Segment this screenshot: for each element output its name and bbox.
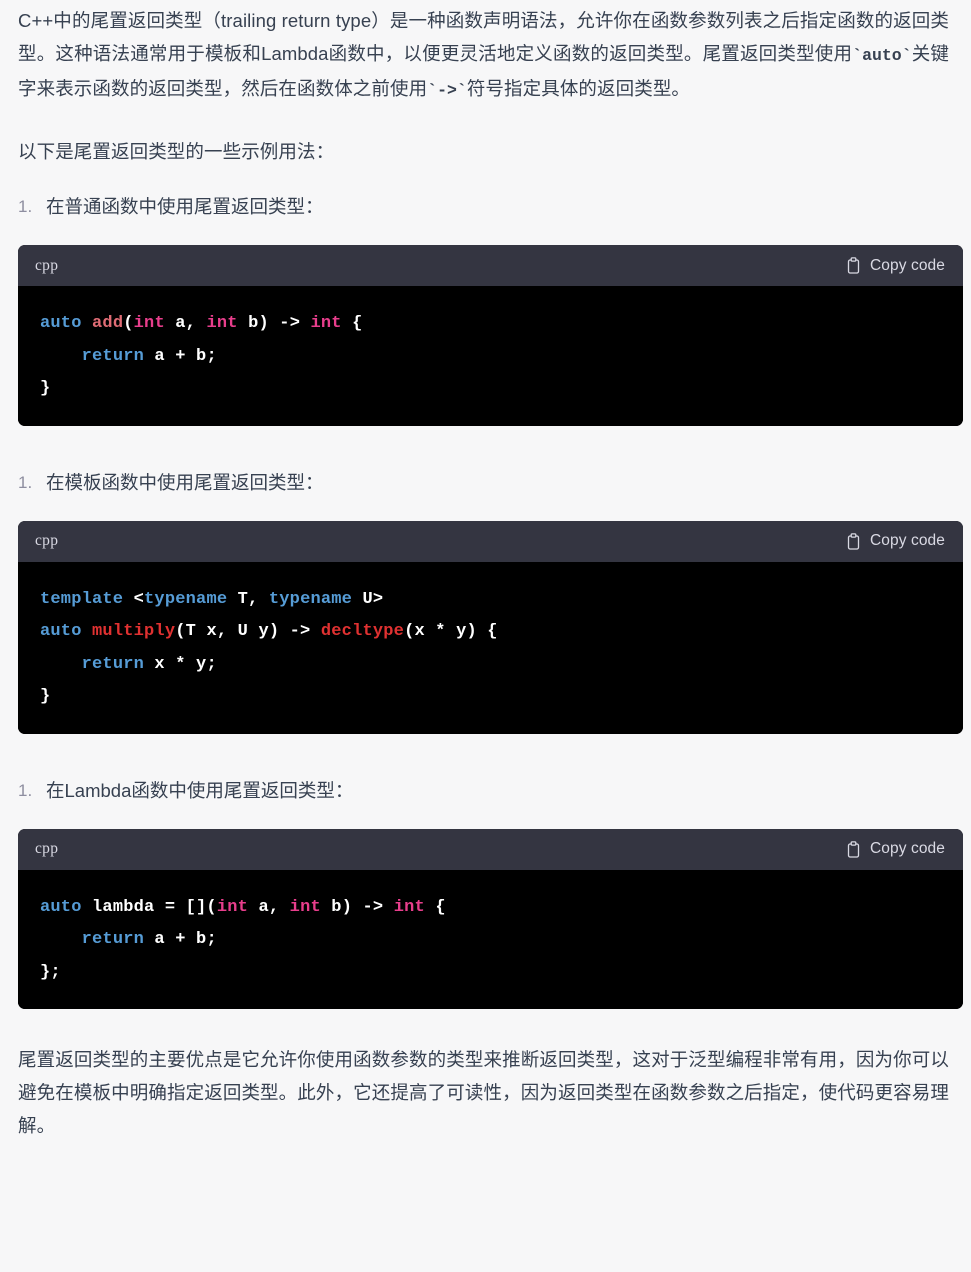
copy-code-button[interactable]: Copy code [844, 255, 947, 277]
intro-paragraph: C++中的尾置返回类型（trailing return type）是一种函数声明… [0, 0, 971, 107]
list-item: 在模板函数中使用尾置返回类型： [18, 466, 324, 499]
clipboard-icon [846, 257, 861, 274]
code-language-label: cpp [35, 256, 59, 274]
code-header: cpp Copy code [18, 245, 963, 286]
code-header: cpp Copy code [18, 828, 963, 870]
example-list-3: 在Lambda函数中使用尾置返回类型： [0, 774, 971, 807]
copy-code-label: Copy code [869, 840, 945, 857]
examples-lead-paragraph: 以下是尾置返回类型的一些示例用法： [18, 141, 335, 162]
code-header: cpp Copy code [18, 520, 963, 562]
conclusion-paragraph: 尾置返回类型的主要优点是它允许你使用函数参数的类型来推断返回类型，这对于泛型编程… [18, 1049, 949, 1136]
code-language-label: cpp [35, 532, 59, 549]
list-item: 在普通函数中使用尾置返回类型： [18, 190, 324, 223]
code-language-label: cpp [35, 840, 59, 857]
clipboard-icon [846, 532, 861, 550]
code-content: auto lambda = [](int a, int b) -> int { … [40, 897, 446, 982]
example-list-1: 在普通函数中使用尾置返回类型： [0, 190, 971, 223]
code-block-1: cpp Copy code auto add(int a, int b) -> … [18, 245, 963, 426]
code-body: auto lambda = [](int a, int b) -> int { … [18, 869, 963, 1009]
inline-code-auto: `auto` [852, 46, 912, 65]
code-block-3: cpp Copy code auto lambda = [](int a, in… [18, 828, 963, 1009]
code-content: auto add(int a, int b) -> int { return a… [40, 314, 363, 398]
code-body: auto add(int a, int b) -> int { return a… [18, 286, 963, 426]
code-block-2: cpp Copy code template <typename T, type… [18, 520, 963, 734]
list-item: 在Lambda函数中使用尾置返回类型： [18, 774, 354, 807]
copy-code-label: Copy code [869, 532, 945, 549]
intro-text-part-1: C++中的尾置返回类型（trailing return type）是一种函数声明… [18, 10, 949, 64]
copy-code-button[interactable]: Copy code [844, 838, 947, 860]
clipboard-icon [846, 840, 861, 858]
code-content: template <typename T, typename U> auto m… [40, 589, 498, 707]
copy-code-button[interactable]: Copy code [844, 530, 947, 552]
message-content: C++中的尾置返回类型（trailing return type）是一种函数声明… [0, 0, 971, 1142]
code-body: template <typename T, typename U> auto m… [18, 561, 963, 734]
example-list-2: 在模板函数中使用尾置返回类型： [0, 466, 971, 499]
copy-code-label: Copy code [869, 256, 945, 274]
intro-text-part-3: 符号指定具体的返回类型。 [466, 78, 691, 99]
inline-code-arrow: `->` [427, 81, 467, 100]
